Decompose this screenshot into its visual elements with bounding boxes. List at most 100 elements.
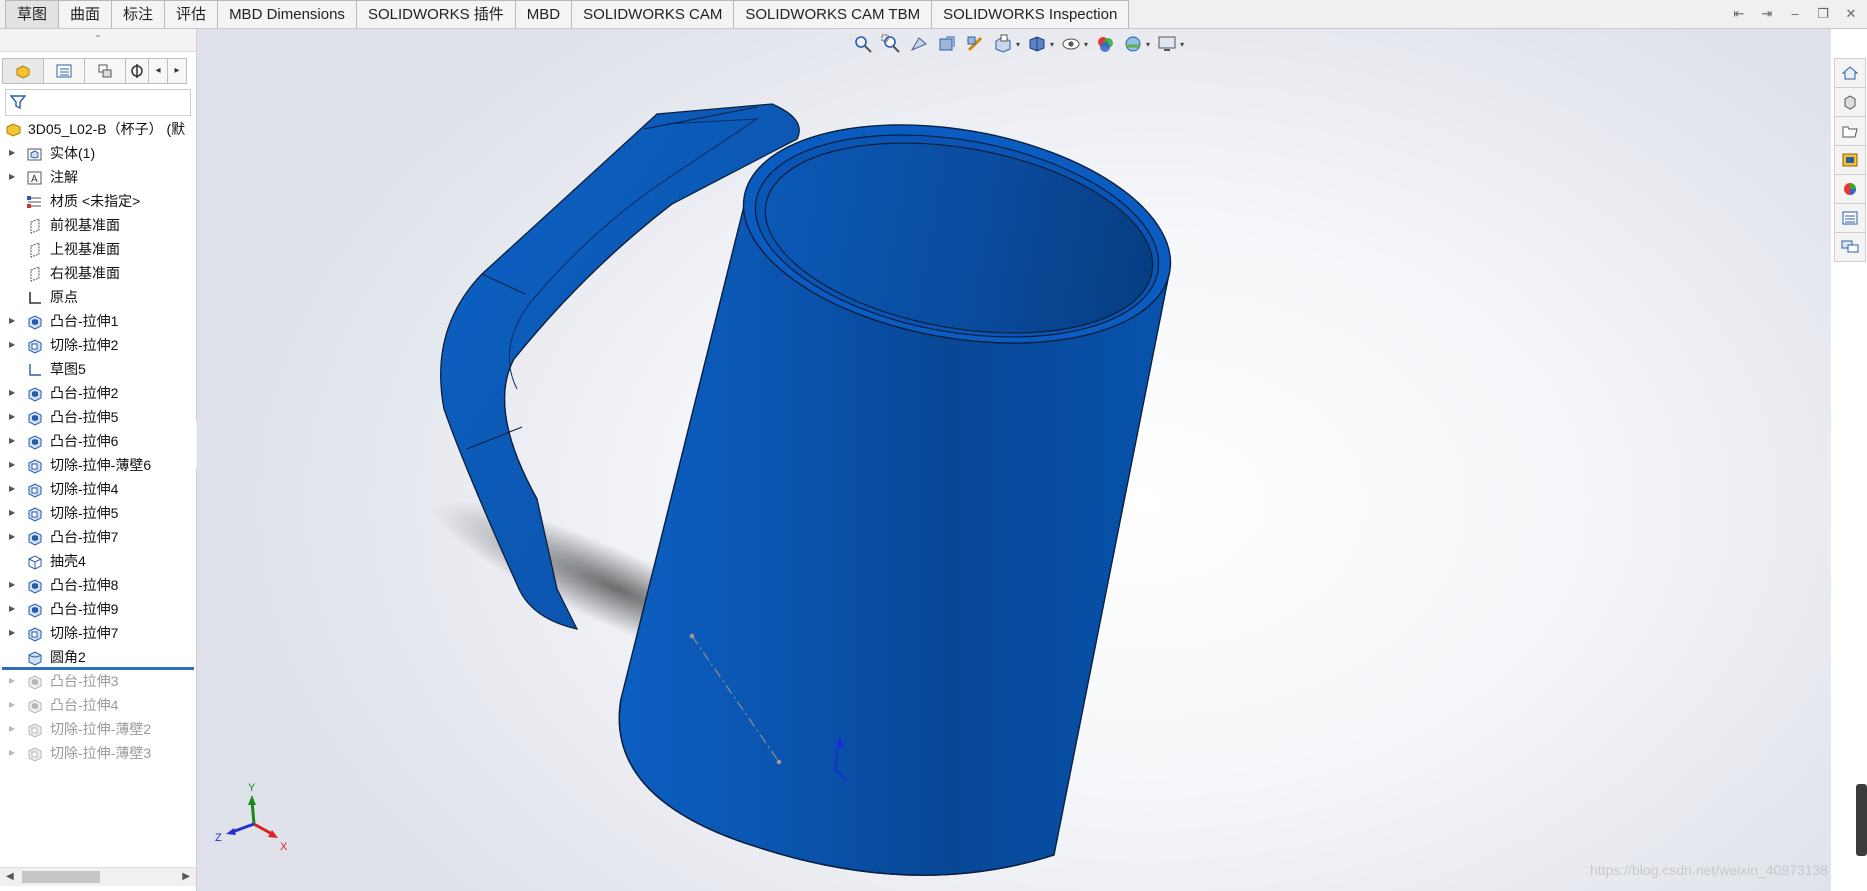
expand-arrow-icon[interactable]: ▶: [9, 693, 15, 717]
tree-item[interactable]: 材质 <未指定>: [0, 189, 196, 213]
tree-item-label: 实体(1): [50, 145, 96, 161]
mug-body[interactable]: [618, 94, 1187, 876]
boss-extrude-icon: [26, 529, 43, 546]
tree-item[interactable]: ▶ 切除-拉伸-薄壁6: [0, 453, 196, 477]
tree-item-label: 草图5: [50, 361, 86, 377]
tab-scroll-left-icon[interactable]: ◂: [148, 58, 168, 84]
tree-item[interactable]: 前视基准面: [0, 213, 196, 237]
tree-filter-field[interactable]: [5, 89, 191, 116]
ribbon-tab[interactable]: 评估: [164, 0, 219, 28]
expand-arrow-icon[interactable]: ▶: [9, 741, 15, 765]
solidworks-resources-icon[interactable]: [1834, 58, 1866, 87]
collapse-left-icon[interactable]: ⇤: [1731, 6, 1747, 22]
tree-item[interactable]: ▶ 切除-拉伸4: [0, 477, 196, 501]
tree-item[interactable]: ▶ 凸台-拉伸9: [0, 597, 196, 621]
scroll-right-icon[interactable]: ▶: [182, 868, 190, 886]
forum-icon[interactable]: [1834, 232, 1866, 262]
triad-z-label: Z: [215, 832, 222, 844]
expand-arrow-icon[interactable]: ▶: [9, 309, 15, 333]
feature-tree-suppressed-items: ▶ 凸台-拉伸3 ▶ 凸台-拉伸4 ▶ 切除-拉伸-薄壁2 ▶ 切除-拉伸-薄壁3: [0, 669, 196, 765]
close-icon[interactable]: ✕: [1843, 6, 1859, 22]
tree-item-suppressed[interactable]: ▶ 切除-拉伸-薄壁2: [0, 717, 196, 741]
expand-arrow-icon[interactable]: ▶: [9, 141, 15, 165]
tree-item[interactable]: 上视基准面: [0, 237, 196, 261]
tree-item[interactable]: ▶ 实体(1): [0, 141, 196, 165]
expand-arrow-icon[interactable]: ▶: [9, 477, 15, 501]
ribbon-tab[interactable]: MBD Dimensions: [217, 0, 357, 28]
tree-item[interactable]: ▶ 凸台-拉伸8: [0, 573, 196, 597]
ribbon-tab[interactable]: 标注: [111, 0, 166, 28]
task-pane-tabs: [1834, 58, 1867, 262]
ribbon-tab[interactable]: 草图: [5, 0, 60, 28]
mug-model[interactable]: Y X Z: [197, 29, 1831, 891]
expand-arrow-icon[interactable]: ▶: [9, 669, 15, 693]
expand-arrow-icon[interactable]: ▶: [9, 621, 15, 645]
tree-item[interactable]: ▶ 切除-拉伸7: [0, 621, 196, 645]
annotations-icon: A: [26, 169, 43, 185]
shell-icon: [26, 553, 43, 570]
restore-icon[interactable]: ❐: [1815, 6, 1831, 22]
fillet-icon: [26, 649, 43, 666]
feature-tree-tab[interactable]: [2, 58, 44, 84]
tree-item-label: 材质 <未指定>: [50, 193, 141, 209]
expand-arrow-icon[interactable]: ▶: [9, 597, 15, 621]
property-manager-tab[interactable]: [43, 58, 85, 84]
panel-collapse-handle[interactable]: ⌃: [0, 29, 196, 52]
scroll-left-icon[interactable]: ◀: [6, 868, 14, 886]
tree-item[interactable]: 右视基准面: [0, 261, 196, 285]
ribbon-tab[interactable]: SOLIDWORKS CAM TBM: [733, 0, 933, 28]
tree-item[interactable]: ▶ 凸台-拉伸7: [0, 525, 196, 549]
view-palette-icon[interactable]: [1834, 145, 1866, 174]
ribbon-tab[interactable]: SOLIDWORKS CAM: [571, 0, 735, 28]
tree-item[interactable]: ▶ 凸台-拉伸6: [0, 429, 196, 453]
graphics-viewport[interactable]: ▾ ▾ ▾ ▾ ▾ Y X Z: [197, 29, 1831, 891]
tree-item[interactable]: 圆角2: [0, 645, 196, 669]
rollback-bar[interactable]: [2, 667, 194, 670]
tree-item-suppressed[interactable]: ▶ 凸台-拉伸3: [0, 669, 196, 693]
tree-root-part[interactable]: 3D05_L02-B（杯子） (默: [0, 117, 196, 141]
custom-properties-icon[interactable]: [1834, 203, 1866, 232]
tree-item[interactable]: ▶ 切除-拉伸2: [0, 333, 196, 357]
expand-arrow-icon[interactable]: ▶: [9, 405, 15, 429]
expand-arrow-icon[interactable]: ▶: [9, 573, 15, 597]
tree-item[interactable]: 原点: [0, 285, 196, 309]
tree-item[interactable]: 草图5: [0, 357, 196, 381]
tree-item-label: 右视基准面: [50, 265, 120, 281]
configuration-manager-tab[interactable]: [84, 58, 126, 84]
ribbon-tab[interactable]: 曲面: [58, 0, 113, 28]
tree-item[interactable]: 抽壳4: [0, 549, 196, 573]
collapse-right-icon[interactable]: ⇥: [1759, 6, 1775, 22]
tree-item[interactable]: ▶ 切除-拉伸5: [0, 501, 196, 525]
tree-item-label: 切除-拉伸2: [50, 337, 119, 353]
tree-item-suppressed[interactable]: ▶ 凸台-拉伸4: [0, 693, 196, 717]
tree-horizontal-scrollbar[interactable]: ◀ ▶: [0, 867, 196, 886]
file-explorer-icon[interactable]: [1834, 116, 1866, 145]
expand-arrow-icon[interactable]: ▶: [9, 525, 15, 549]
dimxpert-tab[interactable]: [125, 58, 149, 84]
expand-arrow-icon[interactable]: ▶: [9, 381, 15, 405]
command-manager-tabbar: 草图 曲面 标注 评估 MBD Dimensions SOLIDWORKS 插件 MBD SO…: [0, 0, 1867, 29]
watermark-text: https://blog.csdn.net/weixin_40973138: [1590, 862, 1829, 878]
expand-arrow-icon[interactable]: ▶: [9, 453, 15, 477]
tree-item[interactable]: ▶ 凸台-拉伸2: [0, 381, 196, 405]
tree-item-label: 原点: [50, 289, 78, 305]
ribbon-tab[interactable]: MBD: [514, 0, 573, 28]
tab-scroll-right-icon[interactable]: ▸: [167, 58, 187, 84]
expand-arrow-icon[interactable]: ▶: [9, 333, 15, 357]
tree-item-suppressed[interactable]: ▶ 切除-拉伸-薄壁3: [0, 741, 196, 765]
ribbon-tab[interactable]: SOLIDWORKS Inspection: [931, 0, 1130, 28]
appearances-scenes-icon[interactable]: [1834, 174, 1866, 203]
tree-item[interactable]: ▶ A 注解: [0, 165, 196, 189]
expand-arrow-icon[interactable]: ▶: [9, 501, 15, 525]
scroll-thumb[interactable]: [22, 871, 100, 883]
tree-item[interactable]: ▶ 凸台-拉伸1: [0, 309, 196, 333]
sketch-icon: [26, 361, 43, 377]
expand-arrow-icon[interactable]: ▶: [9, 429, 15, 453]
cut-extrude-icon: [26, 745, 43, 762]
expand-arrow-icon[interactable]: ▶: [9, 717, 15, 741]
expand-arrow-icon[interactable]: ▶: [9, 165, 15, 189]
tree-item[interactable]: ▶ 凸台-拉伸5: [0, 405, 196, 429]
ribbon-tab[interactable]: SOLIDWORKS 插件: [355, 0, 516, 28]
minimize-icon[interactable]: –: [1787, 6, 1803, 22]
design-library-icon[interactable]: [1834, 87, 1866, 116]
